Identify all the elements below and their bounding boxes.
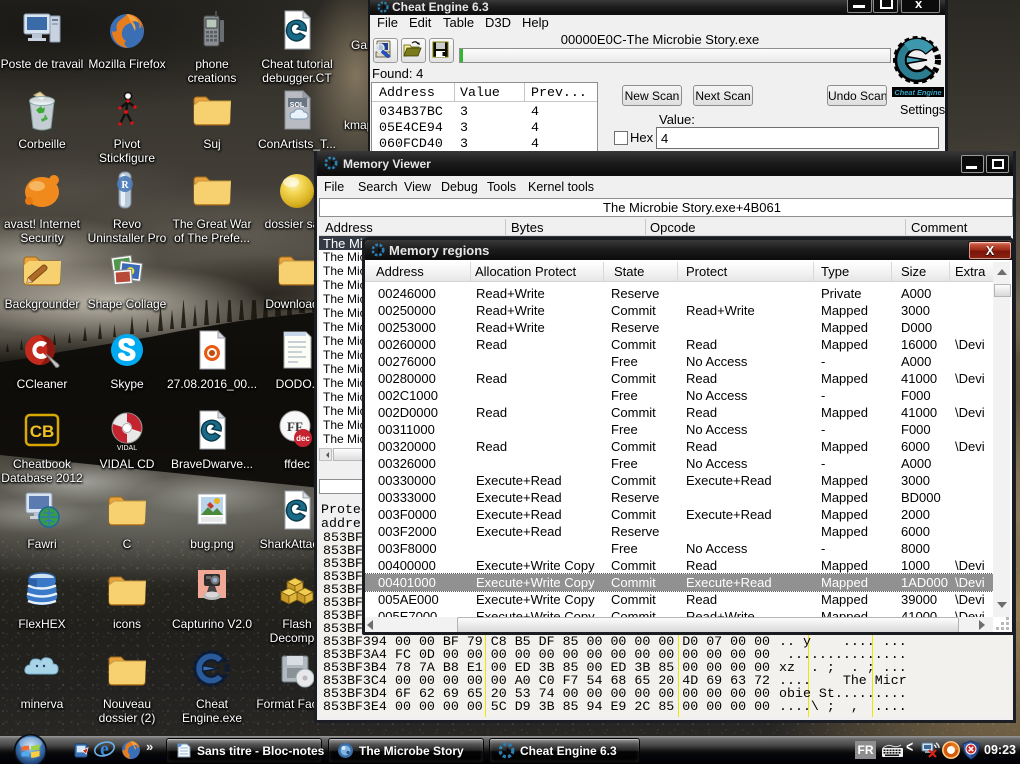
svg-text:Cheat Engine: Cheat Engine [894,88,941,97]
svg-text:VIDAL: VIDAL [117,445,137,452]
svg-text:SOL: SOL [290,102,305,109]
svg-text:R: R [121,180,129,191]
svg-text:CB: CB [30,422,55,441]
svg-text:dec: dec [296,434,310,443]
